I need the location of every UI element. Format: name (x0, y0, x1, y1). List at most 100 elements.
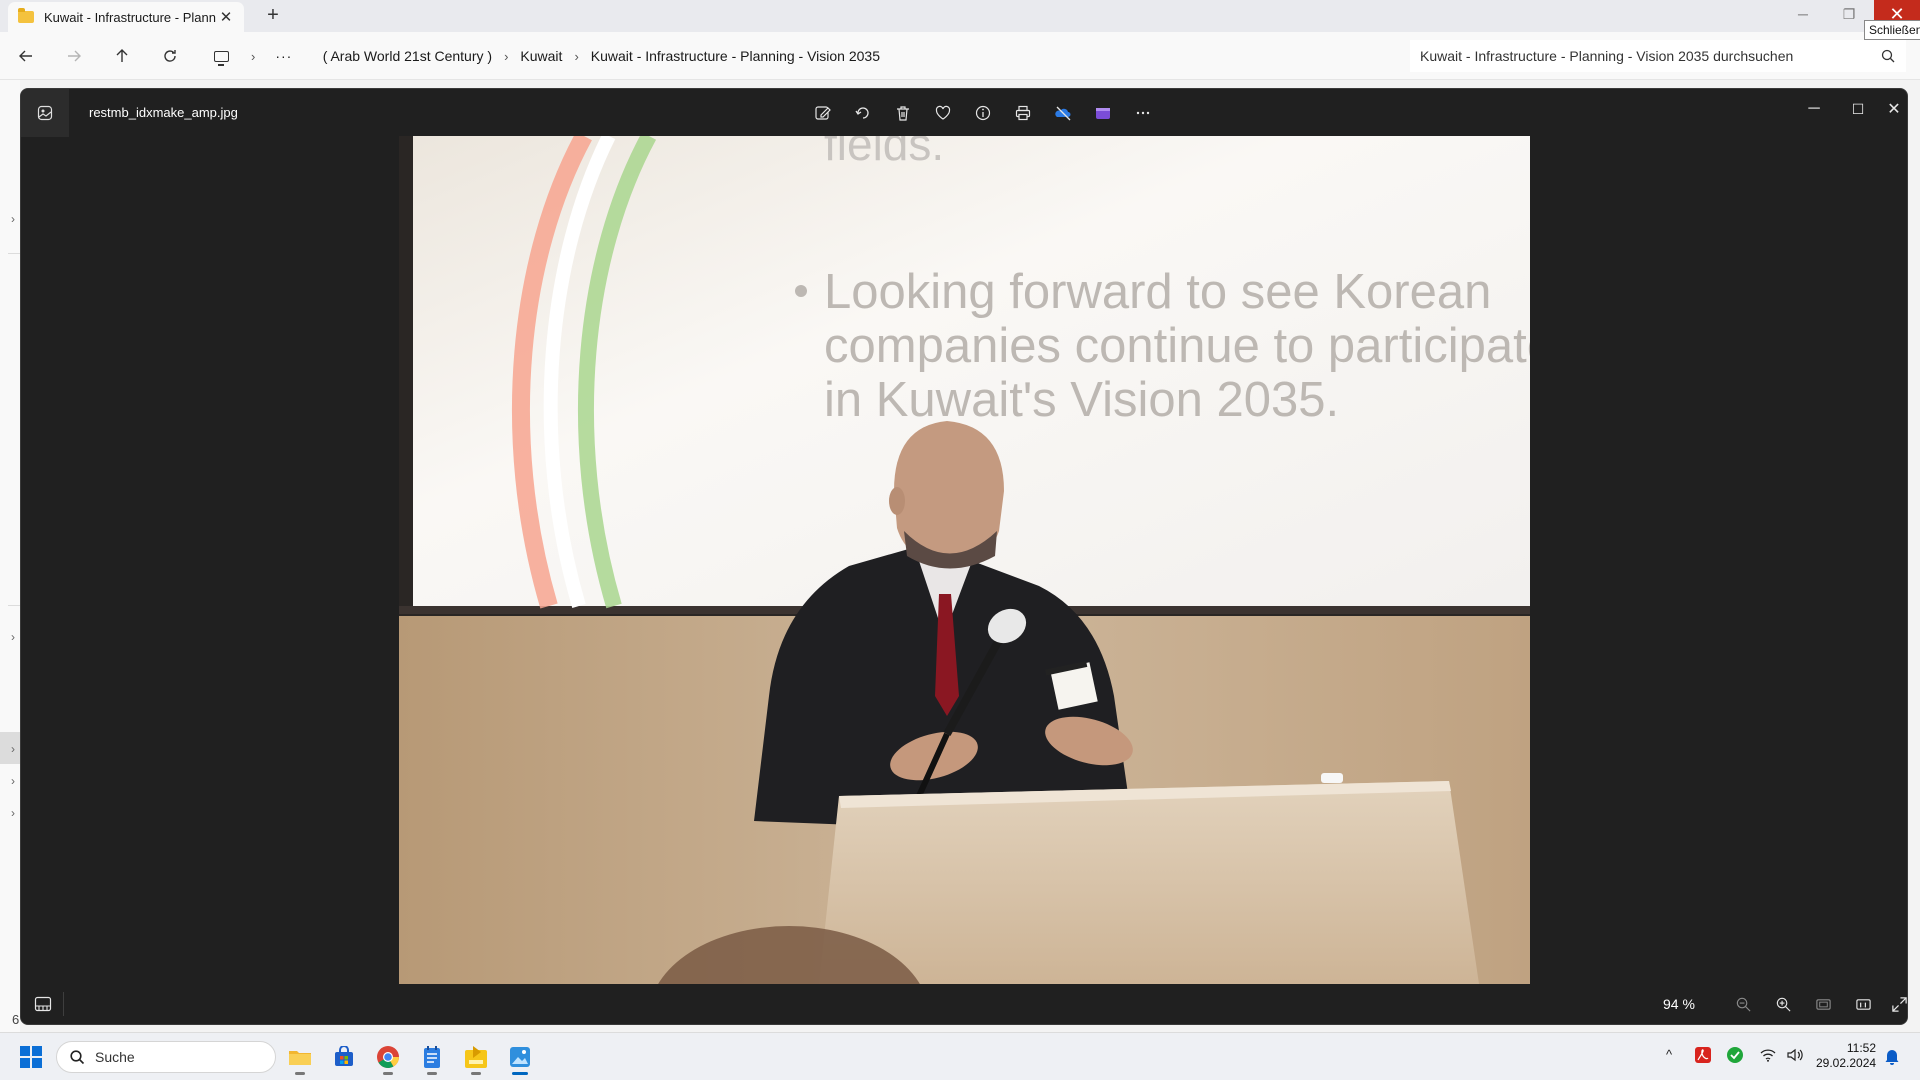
up-button[interactable] (110, 44, 134, 68)
favorite-icon (935, 105, 951, 120)
breadcrumb-item[interactable]: Kuwait (520, 48, 562, 64)
zoom-in-icon (1776, 997, 1791, 1012)
divider (8, 253, 20, 254)
fit-to-window-button[interactable] (1807, 990, 1839, 1018)
zoom-out-button[interactable] (1727, 990, 1759, 1018)
volume-icon (1787, 1048, 1803, 1062)
notepad-icon (424, 1046, 440, 1068)
taskbar-file-explorer[interactable] (284, 1041, 316, 1075)
clipchamp-button[interactable] (1087, 97, 1119, 129)
photo-content: fields. Looking forward to see Korean co… (399, 136, 1530, 984)
photo-viewer-window: restmb_idxmake_amp.jpg ─ ☐ ✕ fields. Loo… (20, 88, 1908, 1025)
store-icon (335, 1046, 353, 1066)
breadcrumb-item[interactable]: Kuwait - Infrastructure - Planning - Vis… (591, 48, 880, 64)
delete-icon (897, 106, 909, 121)
expand-chevron-icon[interactable]: › (11, 630, 15, 644)
tab-close-icon[interactable]: ✕ (218, 8, 234, 26)
taskbar: Suche ^ 11:52 29.02.2024 (0, 1032, 1920, 1080)
search-input[interactable]: Kuwait - Infrastructure - Planning - Vis… (1410, 40, 1906, 72)
chrome-icon (377, 1046, 399, 1068)
info-button[interactable] (967, 97, 999, 129)
fullscreen-button[interactable] (1889, 990, 1907, 1018)
file-name: restmb_idxmake_amp.jpg (89, 105, 238, 120)
expand-chevron-icon[interactable]: › (11, 806, 15, 820)
filmstrip-button[interactable] (29, 992, 57, 1016)
security-check-icon (1727, 1047, 1743, 1063)
more-options-button[interactable] (1127, 97, 1159, 129)
clock-time: 11:52 (1846, 1041, 1876, 1055)
fit-window-icon (1815, 998, 1831, 1010)
delete-button[interactable] (887, 97, 919, 129)
taskbar-store[interactable] (328, 1041, 360, 1073)
chevron-right-icon: › (574, 48, 579, 64)
filmstrip-icon (34, 996, 52, 1012)
search-icon (70, 1050, 85, 1065)
forward-button[interactable] (62, 44, 86, 68)
slide-bullet-line: Looking forward to see Korean (824, 265, 1491, 319)
actual-size-icon (1855, 998, 1871, 1010)
taskbar-clock[interactable]: 11:52 29.02.2024 (1816, 1041, 1876, 1071)
refresh-button[interactable] (158, 44, 182, 68)
address-bar[interactable]: › ··· › ( Arab World 21st Century ) › Ku… (202, 40, 1402, 72)
clock-date: 29.02.2024 (1816, 1056, 1877, 1070)
refresh-icon (164, 50, 176, 62)
zoom-level[interactable]: 94 % (1663, 996, 1695, 1012)
start-button[interactable] (20, 1046, 42, 1068)
slide-text-fragment: fields. (824, 136, 944, 170)
minimize-button[interactable]: ─ (1780, 0, 1826, 28)
explorer-title-bar: Kuwait - Infrastructure - Plann ✕ + ─ ❐ … (0, 0, 1920, 32)
expand-chevron-icon[interactable]: › (11, 212, 15, 226)
navigation-pane: › › › › › (0, 80, 20, 1050)
viewer-minimize-button[interactable]: ─ (1791, 93, 1837, 125)
edit-image-button[interactable] (807, 97, 839, 129)
taskbar-photos[interactable] (504, 1041, 536, 1075)
viewer-bottom-bar: 94 % (21, 984, 1907, 1024)
file-explorer-icon (289, 1051, 311, 1065)
this-pc-icon (214, 50, 229, 66)
print-button[interactable] (1007, 97, 1039, 129)
tray-notifications[interactable] (1884, 1047, 1900, 1068)
breadcrumb-item[interactable]: ( Arab World 21st Century ) (323, 48, 492, 64)
more-path-icon[interactable]: ··· (275, 48, 292, 64)
expand-chevron-icon[interactable]: › (11, 774, 15, 788)
viewer-maximize-button[interactable]: ☐ (1835, 93, 1881, 125)
zoom-out-icon (1736, 997, 1751, 1012)
tab-active[interactable]: Kuwait - Infrastructure - Plann ✕ (8, 2, 244, 32)
zoom-in-button[interactable] (1767, 990, 1799, 1018)
taskbar-notepad[interactable] (416, 1041, 448, 1075)
print-icon (1015, 105, 1031, 121)
viewer-close-button[interactable]: ✕ (1879, 93, 1907, 125)
viewer-toolbar (807, 97, 1159, 129)
back-arrow-icon (19, 50, 32, 62)
chevron-right-icon: › (251, 48, 256, 64)
nav-item-selected[interactable] (0, 732, 20, 764)
clipchamp-icon (1096, 108, 1110, 119)
rotate-button[interactable] (847, 97, 879, 129)
taskbar-search[interactable]: Suche (56, 1041, 276, 1073)
fullscreen-icon (1891, 996, 1907, 1012)
tray-acrobat[interactable] (1694, 1046, 1712, 1067)
edit-image-icon (815, 106, 831, 120)
search-icon (1881, 49, 1895, 63)
rotate-icon (855, 107, 869, 119)
slide-bullet-line: in Kuwait's Vision 2035. (824, 373, 1339, 427)
photo-canvas[interactable]: fields. Looking forward to see Korean co… (399, 136, 1530, 984)
tray-security[interactable] (1726, 1046, 1744, 1067)
show-hidden-icons-chevron[interactable]: ^ (1666, 1047, 1672, 1062)
back-button[interactable] (14, 44, 38, 68)
acrobat-icon (1695, 1047, 1711, 1063)
new-tab-button[interactable]: + (262, 5, 284, 27)
windows-logo-icon (20, 1046, 30, 1056)
up-arrow-icon (116, 49, 128, 62)
actual-size-button[interactable] (1847, 990, 1879, 1018)
slide-bullet-line: companies continue to participate (824, 319, 1530, 373)
expand-chevron-icon[interactable]: › (11, 742, 15, 756)
folder-icon (18, 8, 34, 23)
onedrive-button[interactable] (1047, 97, 1079, 129)
taskbar-chrome[interactable] (372, 1041, 404, 1075)
more-icon (1136, 111, 1150, 115)
favorite-button[interactable] (927, 97, 959, 129)
tray-wifi[interactable] (1760, 1048, 1776, 1065)
tray-volume[interactable] (1786, 1047, 1804, 1066)
taskbar-player[interactable] (460, 1041, 492, 1075)
